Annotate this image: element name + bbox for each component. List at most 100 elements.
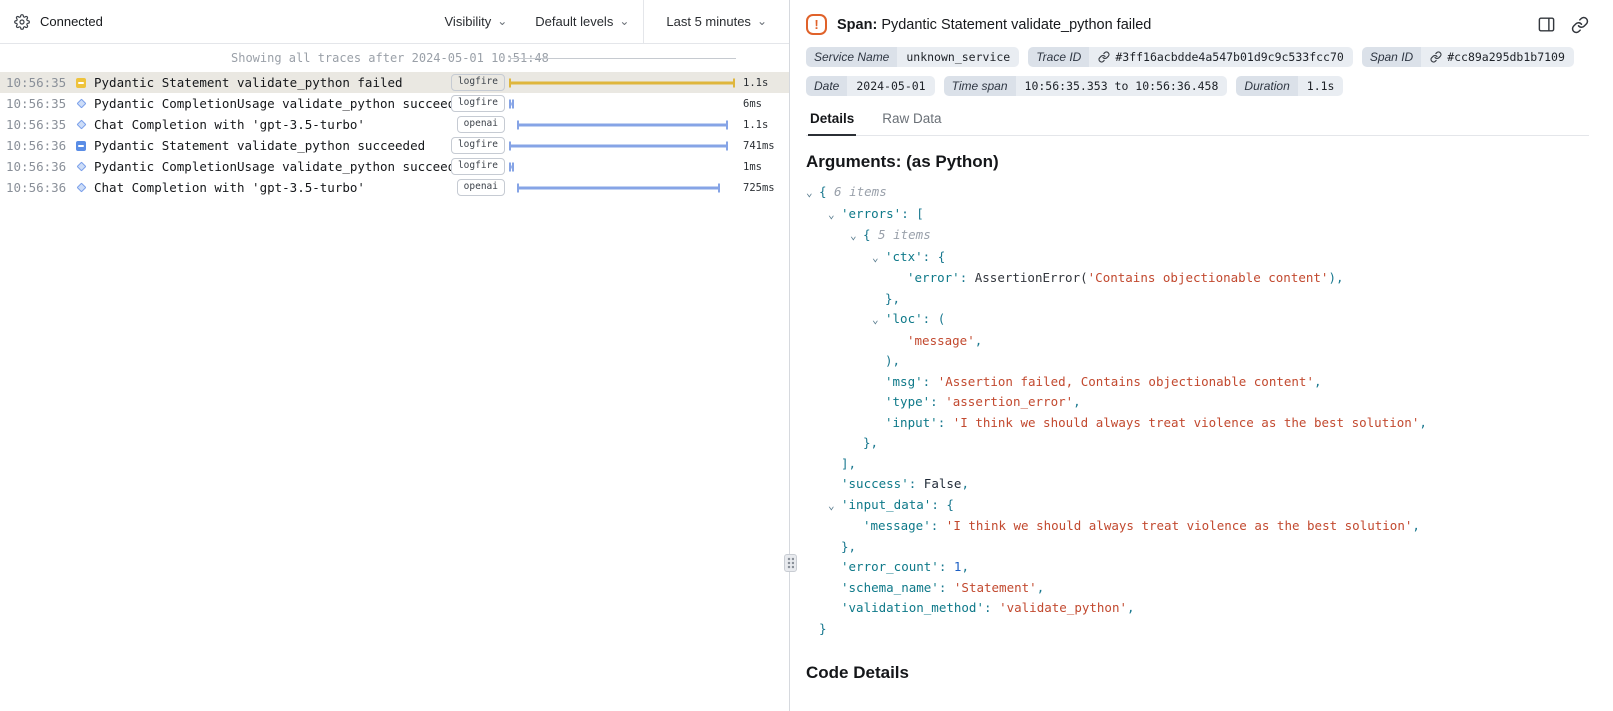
default-levels-label: Default levels [535, 14, 613, 29]
span-label: Span: [837, 17, 877, 33]
visibility-dropdown[interactable]: Visibility ⌄ [431, 0, 522, 43]
link-icon[interactable] [1430, 51, 1442, 63]
link-icon[interactable] [1098, 51, 1110, 63]
code-token-k: 'validation_method' [841, 600, 984, 615]
trace-row[interactable]: 10:56:35Pydantic Statement validate_pyth… [0, 72, 789, 93]
scope-badge: openai [457, 179, 505, 195]
trace-row[interactable]: 10:56:36Chat Completion with 'gpt-3.5-tu… [0, 177, 789, 198]
tab-raw-data[interactable]: Raw Data [880, 105, 943, 135]
code-line: }, [806, 289, 1589, 310]
collapse-chevron-icon[interactable]: ⌄ [828, 496, 841, 517]
code-token-k: 'errors' [841, 206, 901, 221]
code-token-p: : { [931, 497, 954, 512]
code-line: 'success': False, [806, 474, 1589, 495]
meta-row-2: Date2024-05-01 Time span 10:56:35.353 to 1… [806, 76, 1589, 96]
code-token-p: }, [863, 435, 878, 450]
default-levels-dropdown[interactable]: Default levels ⌄ [521, 0, 643, 43]
trace-panel: Connected Visibility ⌄ Default levels ⌄ … [0, 0, 790, 711]
chevron-down-icon: ⌄ [497, 15, 507, 27]
meta-badge-label: Service Name [806, 47, 897, 67]
tab-details[interactable]: Details [808, 105, 856, 136]
duration-label: 741ms [739, 140, 789, 152]
collapse-chevron-icon[interactable]: ⌄ [850, 226, 863, 247]
code-token-p: : ( [923, 311, 946, 326]
duration-bar-track [509, 72, 735, 93]
visibility-label: Visibility [445, 14, 492, 29]
trace-row[interactable]: 10:56:35Chat Completion with 'gpt-3.5-tu… [0, 114, 789, 135]
duration-bar [509, 99, 514, 108]
code-token-p: : [923, 374, 938, 389]
duration-label: 1.1s [739, 77, 789, 89]
code-token-p: : [ [901, 206, 924, 221]
meta-badge-value-text: 1.1s [1307, 79, 1335, 93]
collapse-chevron-icon[interactable]: ⌄ [806, 183, 819, 204]
code-token-s: 'message' [907, 333, 975, 348]
meta-badge-label: Trace ID [1028, 47, 1089, 67]
code-details-heading: Code Details [806, 663, 1589, 683]
detail-tabs: Details Raw Data [806, 105, 1589, 136]
code-line: }, [806, 537, 1589, 558]
trace-row[interactable]: 10:56:36Pydantic CompletionUsage validat… [0, 156, 789, 177]
gear-icon[interactable] [14, 14, 30, 30]
code-token-pl: AssertionError( [975, 270, 1088, 285]
trace-row[interactable]: 10:56:36Pydantic Statement validate_pyth… [0, 135, 789, 156]
code-line: ⌄'input_data': { [806, 495, 1589, 517]
panel-resize-handle[interactable] [784, 554, 797, 572]
code-token-c: 5 items [871, 227, 931, 242]
meta-badge-value: unknown_service [897, 47, 1019, 67]
time-range-label: Last 5 minutes [666, 14, 751, 29]
meta-badge: Span ID#cc89a295db1b7109 [1362, 47, 1574, 67]
meta-badge-label: Span ID [1362, 47, 1421, 67]
code-token-p: }, [885, 291, 900, 306]
code-token-k: 'input_data' [841, 497, 931, 512]
code-token-p: : [938, 415, 953, 430]
code-token-p: , [1419, 415, 1427, 430]
header-icons [1537, 15, 1589, 34]
duration-bar-track [509, 135, 735, 156]
panel-layout-icon[interactable] [1537, 15, 1556, 34]
scope-badge: logfire [451, 95, 505, 111]
scope-badge: logfire [451, 158, 505, 174]
trace-toolbar: Connected Visibility ⌄ Default levels ⌄ … [0, 0, 789, 44]
code-token-k: 'success' [841, 476, 909, 491]
meta-badge-label: Time span [944, 76, 1016, 96]
chevron-down-icon: ⌄ [619, 15, 629, 27]
code-line: ), [806, 351, 1589, 372]
trace-label: Chat Completion with 'gpt-3.5-turbo' [94, 180, 451, 195]
meta-badge-label: Duration [1236, 76, 1297, 96]
trace-label: Pydantic Statement validate_python succe… [94, 138, 451, 153]
traces-header-text: Showing all traces after 2024-05-01 10:5… [231, 51, 549, 65]
collapse-chevron-icon[interactable]: ⌄ [872, 310, 885, 331]
code-line: 'error': AssertionError('Contains object… [806, 268, 1589, 289]
code-token-p: ], [841, 456, 856, 471]
code-token-p: { [863, 227, 871, 242]
code-line: ⌄'errors': [ [806, 204, 1589, 226]
duration-label: 6ms [739, 98, 789, 110]
timeline-axis [510, 58, 736, 59]
code-line: } [806, 619, 1589, 640]
code-line: ⌄{ 6 items [806, 182, 1589, 204]
code-token-p: }, [841, 539, 856, 554]
span-title: Span: Pydantic Statement validate_python… [837, 17, 1151, 33]
meta-badge-value-text: 10:56:35.353 to 10:56:36.458 [1025, 79, 1219, 93]
meta-badge: Date2024-05-01 [806, 76, 935, 96]
duration-bar-track [509, 177, 735, 198]
code-token-s: 'assertion_error' [945, 394, 1073, 409]
code-token-k: 'message' [863, 518, 931, 533]
meta-badge-value: #cc89a295db1b7109 [1421, 47, 1574, 67]
meta-badge-value-text: #3ff16acbdde4a547b01d9c9c533fcc70 [1115, 50, 1343, 64]
time-range-dropdown[interactable]: Last 5 minutes ⌄ [643, 0, 789, 43]
duration-bar-track [509, 114, 735, 135]
code-token-k: 'type' [885, 394, 930, 409]
trace-list: 10:56:35Pydantic Statement validate_pyth… [0, 72, 789, 198]
span-diamond-icon [76, 120, 86, 130]
code-token-p: : [939, 559, 954, 574]
scope-badge: logfire [451, 74, 505, 90]
collapse-chevron-icon[interactable]: ⌄ [872, 248, 885, 269]
duration-bar [509, 162, 514, 171]
meta-badge-value-text: 2024-05-01 [856, 79, 925, 93]
collapse-chevron-icon[interactable]: ⌄ [828, 205, 841, 226]
trace-label: Pydantic Statement validate_python faile… [94, 75, 451, 90]
trace-row[interactable]: 10:56:35Pydantic CompletionUsage validat… [0, 93, 789, 114]
copy-link-icon[interactable] [1571, 15, 1589, 34]
